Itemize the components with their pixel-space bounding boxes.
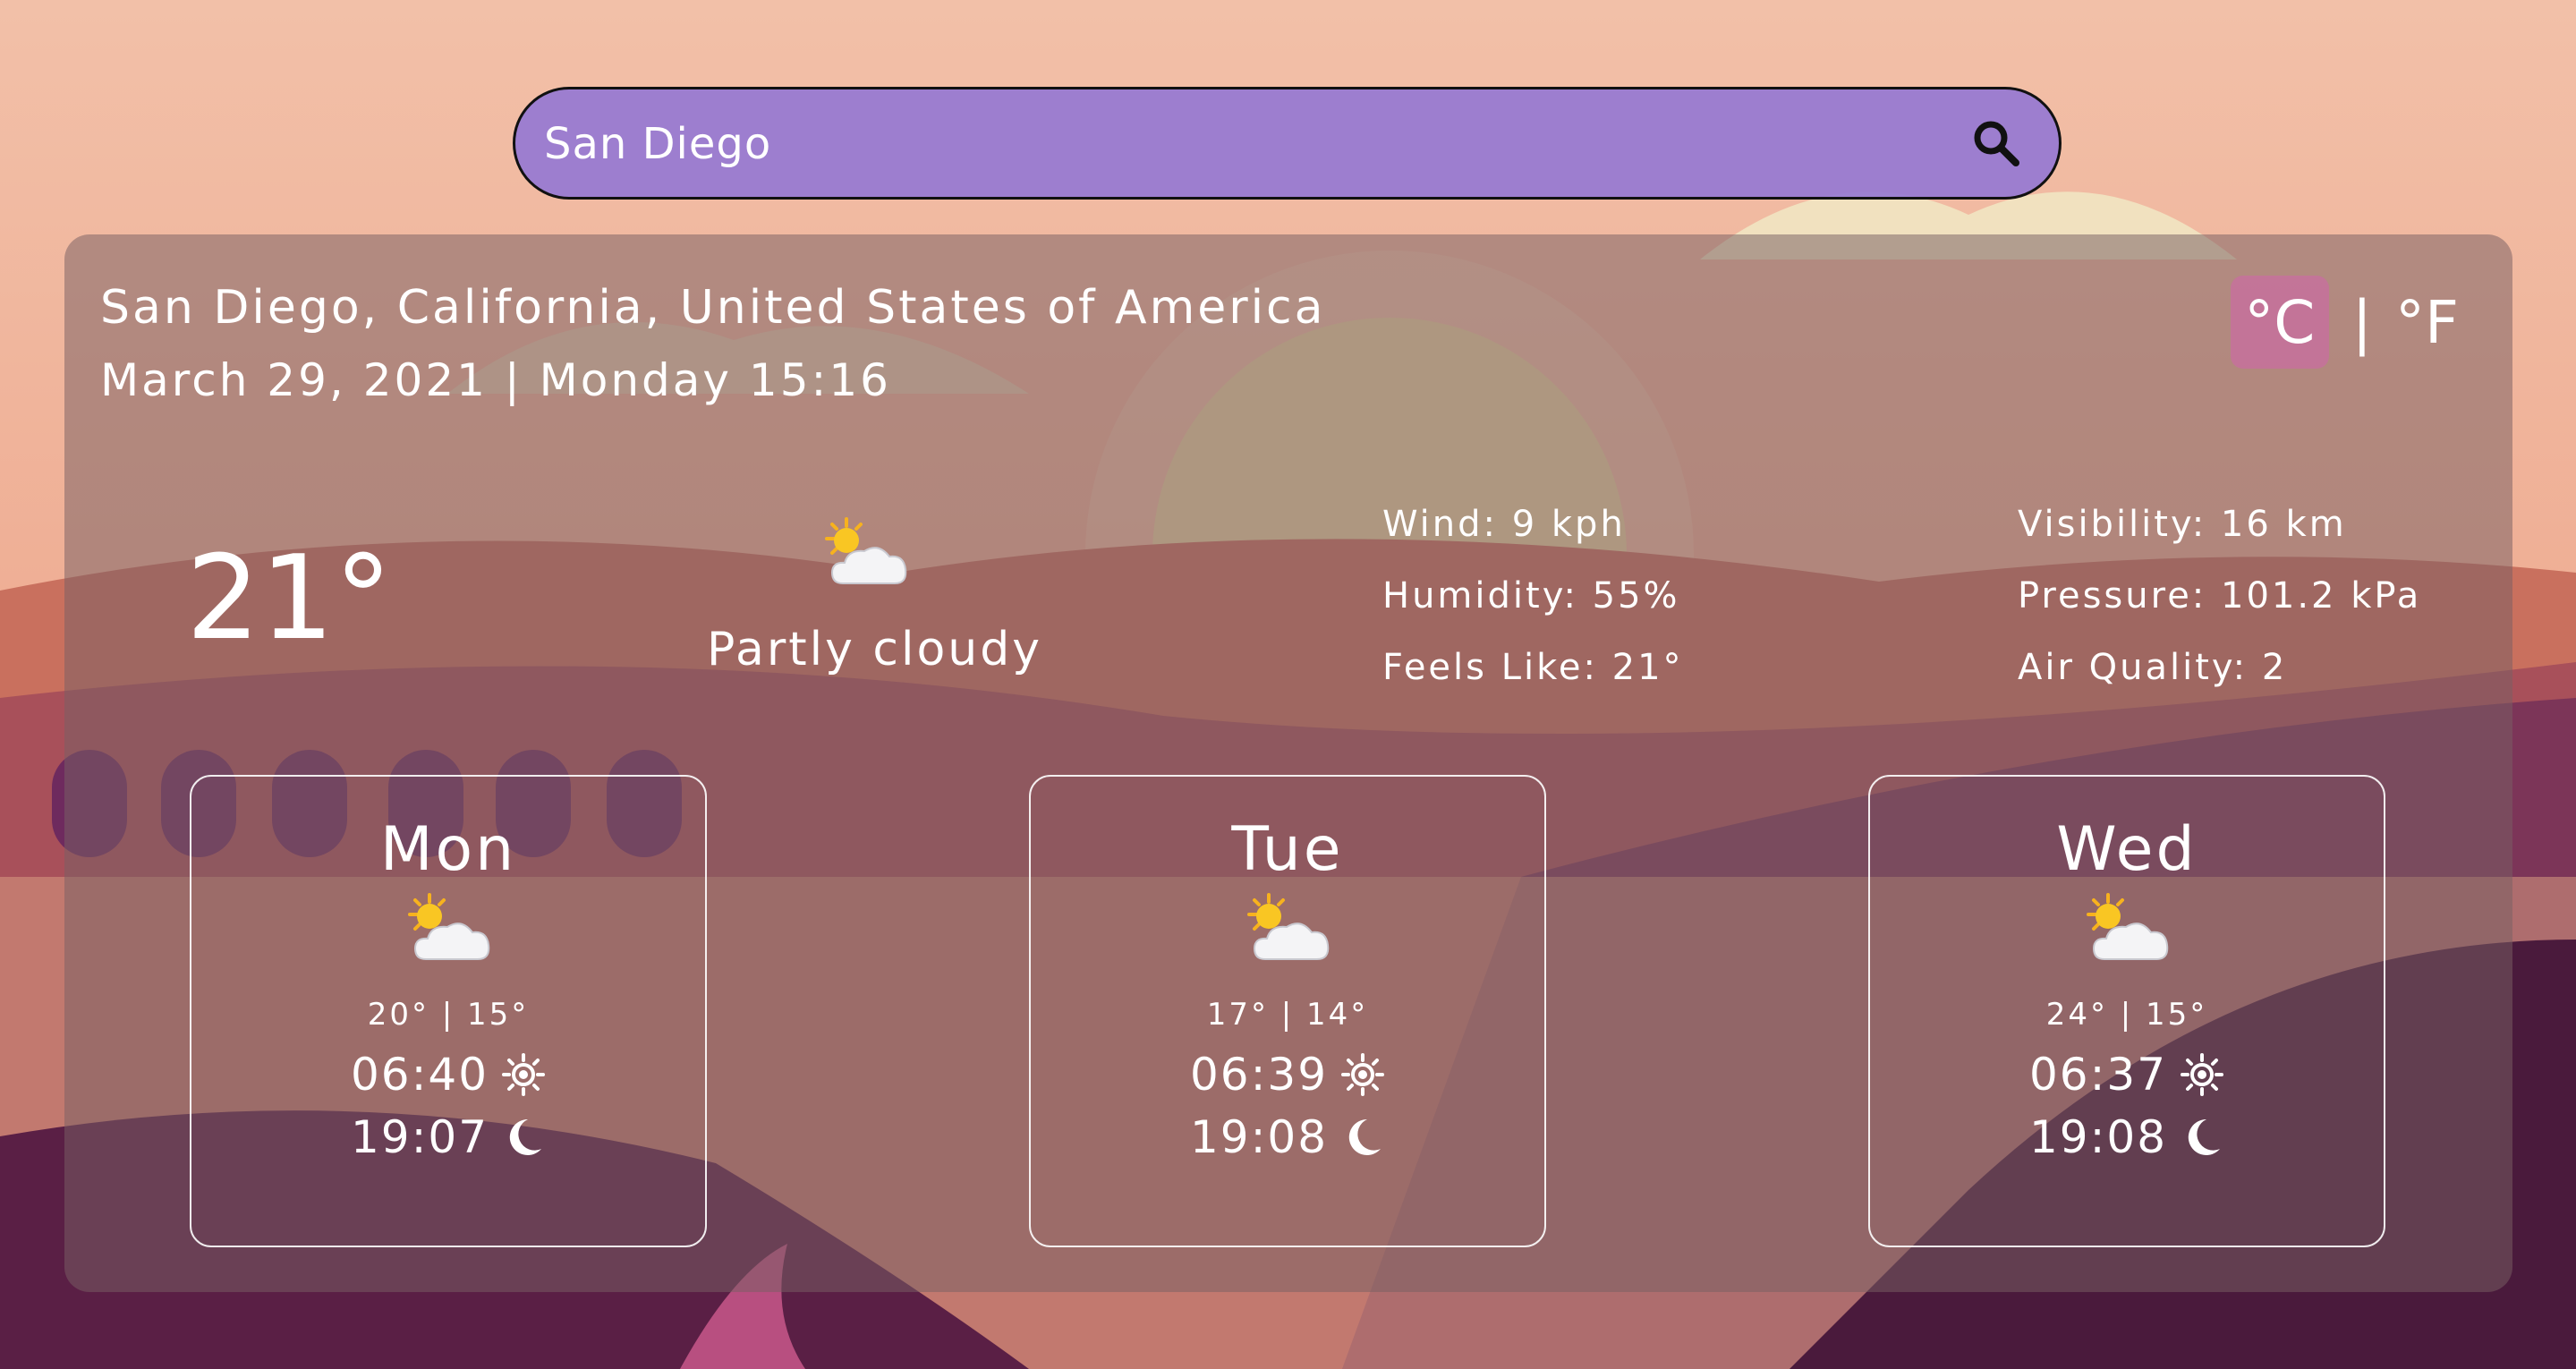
- forecast-temps: 17° | 14°: [1206, 997, 1369, 1033]
- forecast-day: Wed: [2056, 814, 2198, 885]
- sun-icon: [1341, 1053, 1385, 1096]
- moon-icon: [509, 1118, 542, 1155]
- feels-like-value: Feels Like: 21°: [1382, 647, 1684, 688]
- partly-cloudy-icon: [2087, 893, 2169, 960]
- wind-value: Wind: 9 kph: [1382, 504, 1626, 545]
- search-icon[interactable]: [1969, 116, 2023, 170]
- partly-cloudy-icon: [408, 893, 490, 960]
- sunset-row: 19:08: [1031, 1111, 1544, 1163]
- current-condition: Partly cloudy: [707, 623, 1042, 676]
- partly-cloudy-icon: [1247, 893, 1330, 960]
- moon-icon: [2188, 1118, 2221, 1155]
- celsius-button[interactable]: °C: [2230, 276, 2329, 369]
- sunset-row: 19:08: [1870, 1111, 2384, 1163]
- forecast-card-wed: Wed 24° | 15° 06:37 19:08: [1868, 775, 2385, 1247]
- weather-stats-right: Visibility: 16 km Pressure: 101.2 kPa Ai…: [2018, 489, 2421, 703]
- forecast-day: Tue: [1231, 814, 1344, 885]
- visibility-value: Visibility: 16 km: [2018, 504, 2347, 545]
- sunrise-time: 06:37: [2028, 1049, 2168, 1101]
- sunset-time: 19:08: [1189, 1111, 1329, 1163]
- date-time: March 29, 2021 | Monday 15:16: [100, 354, 891, 406]
- sun-icon: [2181, 1053, 2224, 1096]
- weather-panel: San Diego, California, United States of …: [64, 234, 2512, 1292]
- sunrise-row: 06:37: [1870, 1049, 2384, 1101]
- forecast-card-mon: Mon 20° | 15° 06:40 19:07: [190, 775, 707, 1247]
- sunrise-time: 06:40: [350, 1049, 489, 1101]
- humidity-value: Humidity: 55%: [1382, 575, 1680, 616]
- weather-stats-left: Wind: 9 kph Humidity: 55% Feels Like: 21…: [1382, 489, 1684, 703]
- partly-cloudy-icon: [825, 517, 907, 584]
- search-bar: [513, 87, 2062, 200]
- sun-icon: [502, 1053, 546, 1096]
- unit-separator: |: [2351, 287, 2373, 357]
- fahrenheit-button[interactable]: °F: [2395, 288, 2459, 357]
- sunrise-row: 06:40: [191, 1049, 705, 1101]
- current-temperature: 21°: [186, 530, 393, 666]
- sunset-time: 19:08: [2028, 1111, 2168, 1163]
- pressure-value: Pressure: 101.2 kPa: [2018, 575, 2422, 616]
- forecast-temps: 24° | 15°: [2045, 997, 2208, 1033]
- sunset-time: 19:07: [350, 1111, 489, 1163]
- search-input[interactable]: [542, 89, 1942, 199]
- sunrise-row: 06:39: [1031, 1049, 1544, 1101]
- forecast-card-tue: Tue 17° | 14° 06:39 19:08: [1029, 775, 1546, 1247]
- air-quality-value: Air Quality: 2: [2018, 647, 2288, 688]
- location-name: San Diego, California, United States of …: [100, 281, 1326, 335]
- forecast-day: Mon: [379, 814, 517, 885]
- sunset-row: 19:07: [191, 1111, 705, 1163]
- moon-icon: [1348, 1118, 1382, 1155]
- forecast-temps: 20° | 15°: [367, 997, 530, 1033]
- sunrise-time: 06:39: [1189, 1049, 1329, 1101]
- unit-toggle: °C | °F: [2230, 276, 2459, 369]
